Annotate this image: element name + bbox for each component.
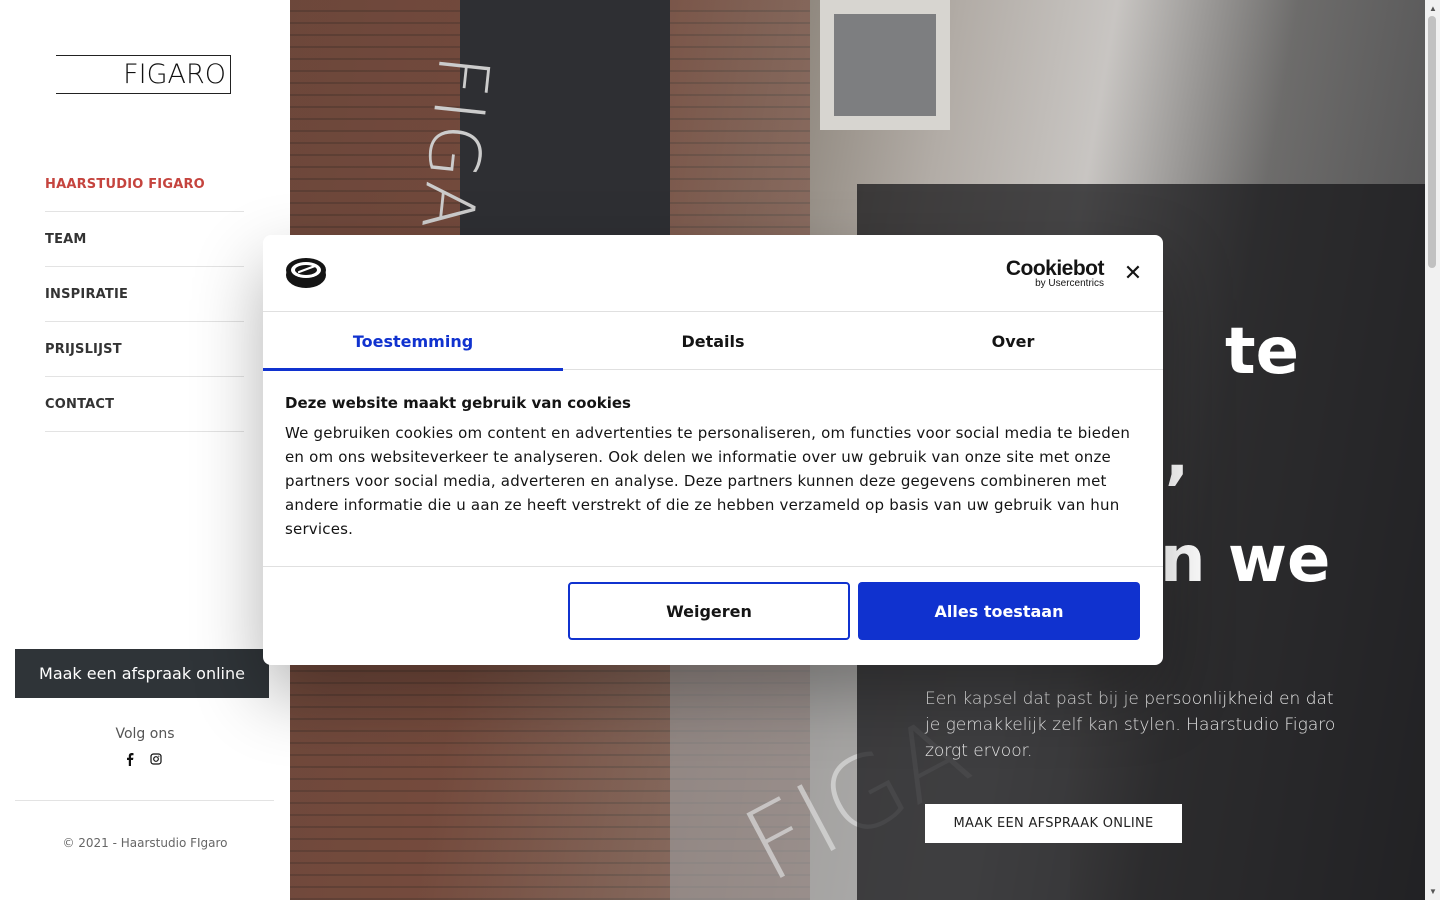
cookiebot-brand[interactable]: Cookiebot by Usercentrics [1000,257,1105,289]
allow-all-button[interactable]: Alles toestaan [858,582,1140,640]
cookie-consent-dialog: Cookiebot by Usercentrics ✕ Toestemming … [263,235,1163,665]
instagram-icon[interactable] [150,752,162,766]
cookie-dialog-header: Cookiebot by Usercentrics ✕ [263,235,1163,312]
main-nav: HAARSTUDIO FIGARO TEAM INSPIRATIE PRIJSL… [45,157,244,432]
cookiebot-logo-icon [285,257,327,289]
social-links [124,752,162,766]
deny-button[interactable]: Weigeren [568,582,850,640]
close-icon[interactable]: ✕ [1121,263,1145,287]
nav-item-haarstudio-figaro[interactable]: HAARSTUDIO FIGARO [45,157,244,212]
cookie-tabs: Toestemming Details Over [263,312,1163,371]
sidebar: FIGARO HAARSTUDIO FIGARO TEAM INSPIRATIE… [0,0,290,900]
logo-text: FIGARO [123,59,226,90]
cookie-description: We gebruiken cookies om content en adver… [285,424,1131,538]
scroll-thumb[interactable] [1428,16,1436,268]
hero-paragraph: Een kapsel dat past bij je persoonlijkhe… [925,689,1336,761]
scroll-up-icon[interactable]: ▲ [1429,4,1437,13]
tab-over[interactable]: Over [863,312,1163,370]
logo[interactable]: FIGARO [56,55,231,94]
facebook-icon[interactable] [124,752,136,766]
nav-item-inspiratie[interactable]: INSPIRATIE [45,267,244,322]
tab-toestemming[interactable]: Toestemming [263,312,563,371]
scroll-down-icon[interactable]: ▼ [1429,887,1437,896]
book-appointment-button[interactable]: Maak een afspraak online [15,649,269,698]
cookie-dialog-body: Deze website maakt gebruik van cookies W… [263,370,1163,567]
hero-appointment-button[interactable]: MAAK EEN AFSPRAAK ONLINE [925,804,1182,843]
divider [15,800,274,801]
copyright: © 2021 - Haarstudio FIgaro [62,836,228,850]
scrollbar[interactable]: ▲ ▼ [1425,0,1440,900]
window [820,0,950,130]
tab-details[interactable]: Details [563,312,863,370]
cookie-dialog-footer: Weigeren Alles toestaan [263,567,1163,664]
follow-label: Volg ons [115,726,175,742]
nav-item-contact[interactable]: CONTACT [45,377,244,432]
nav-item-prijslijst[interactable]: PRIJSLIJST [45,322,244,377]
cookie-title: Deze website maakt gebruik van cookies [285,394,631,412]
nav-item-team[interactable]: TEAM [45,212,244,267]
